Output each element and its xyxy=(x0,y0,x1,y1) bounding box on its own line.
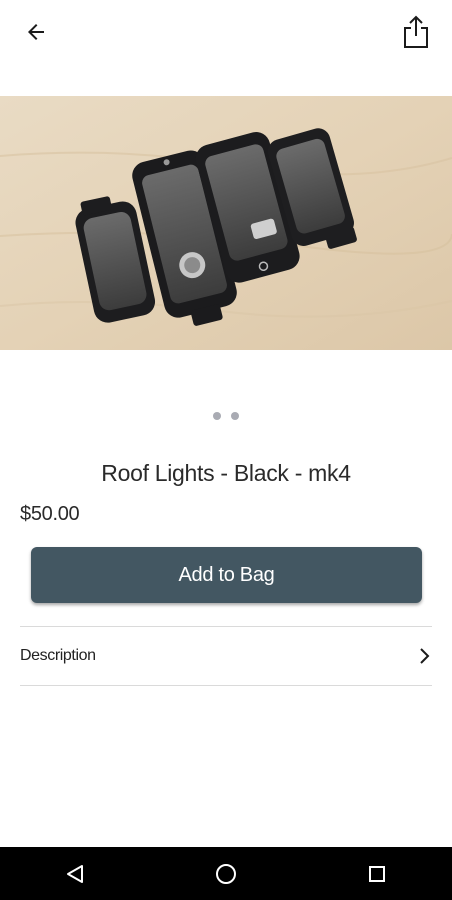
image-pagination xyxy=(0,412,452,420)
top-app-bar xyxy=(0,0,452,64)
product-image[interactable] xyxy=(0,96,452,350)
product-photo xyxy=(0,96,452,350)
pagination-dot-1[interactable] xyxy=(213,412,221,420)
product-price: $50.00 xyxy=(20,503,80,525)
nav-back-icon xyxy=(67,864,84,883)
nav-home-button[interactable] xyxy=(196,852,256,896)
nav-recents-button[interactable] xyxy=(347,852,407,896)
share-icon xyxy=(404,15,428,48)
nav-home-icon xyxy=(215,863,236,884)
product-detail-screen: Roof Lights - Black - mk4 $50.00 Add to … xyxy=(0,0,452,900)
back-button[interactable] xyxy=(14,12,58,52)
divider-bottom xyxy=(20,685,432,686)
description-row[interactable]: Description xyxy=(20,627,432,685)
description-label: Description xyxy=(20,647,96,664)
chevron-right-icon xyxy=(420,648,430,664)
nav-recents-icon xyxy=(368,865,385,882)
add-to-bag-button[interactable]: Add to Bag xyxy=(31,547,422,603)
nav-back-button[interactable] xyxy=(45,852,105,896)
add-to-bag-label: Add to Bag xyxy=(178,563,275,586)
pagination-dot-2[interactable] xyxy=(231,412,239,420)
product-title: Roof Lights - Black - mk4 xyxy=(101,460,351,486)
share-button[interactable] xyxy=(394,10,438,54)
system-navigation-bar xyxy=(0,847,452,900)
arrow-left-icon xyxy=(28,24,44,40)
